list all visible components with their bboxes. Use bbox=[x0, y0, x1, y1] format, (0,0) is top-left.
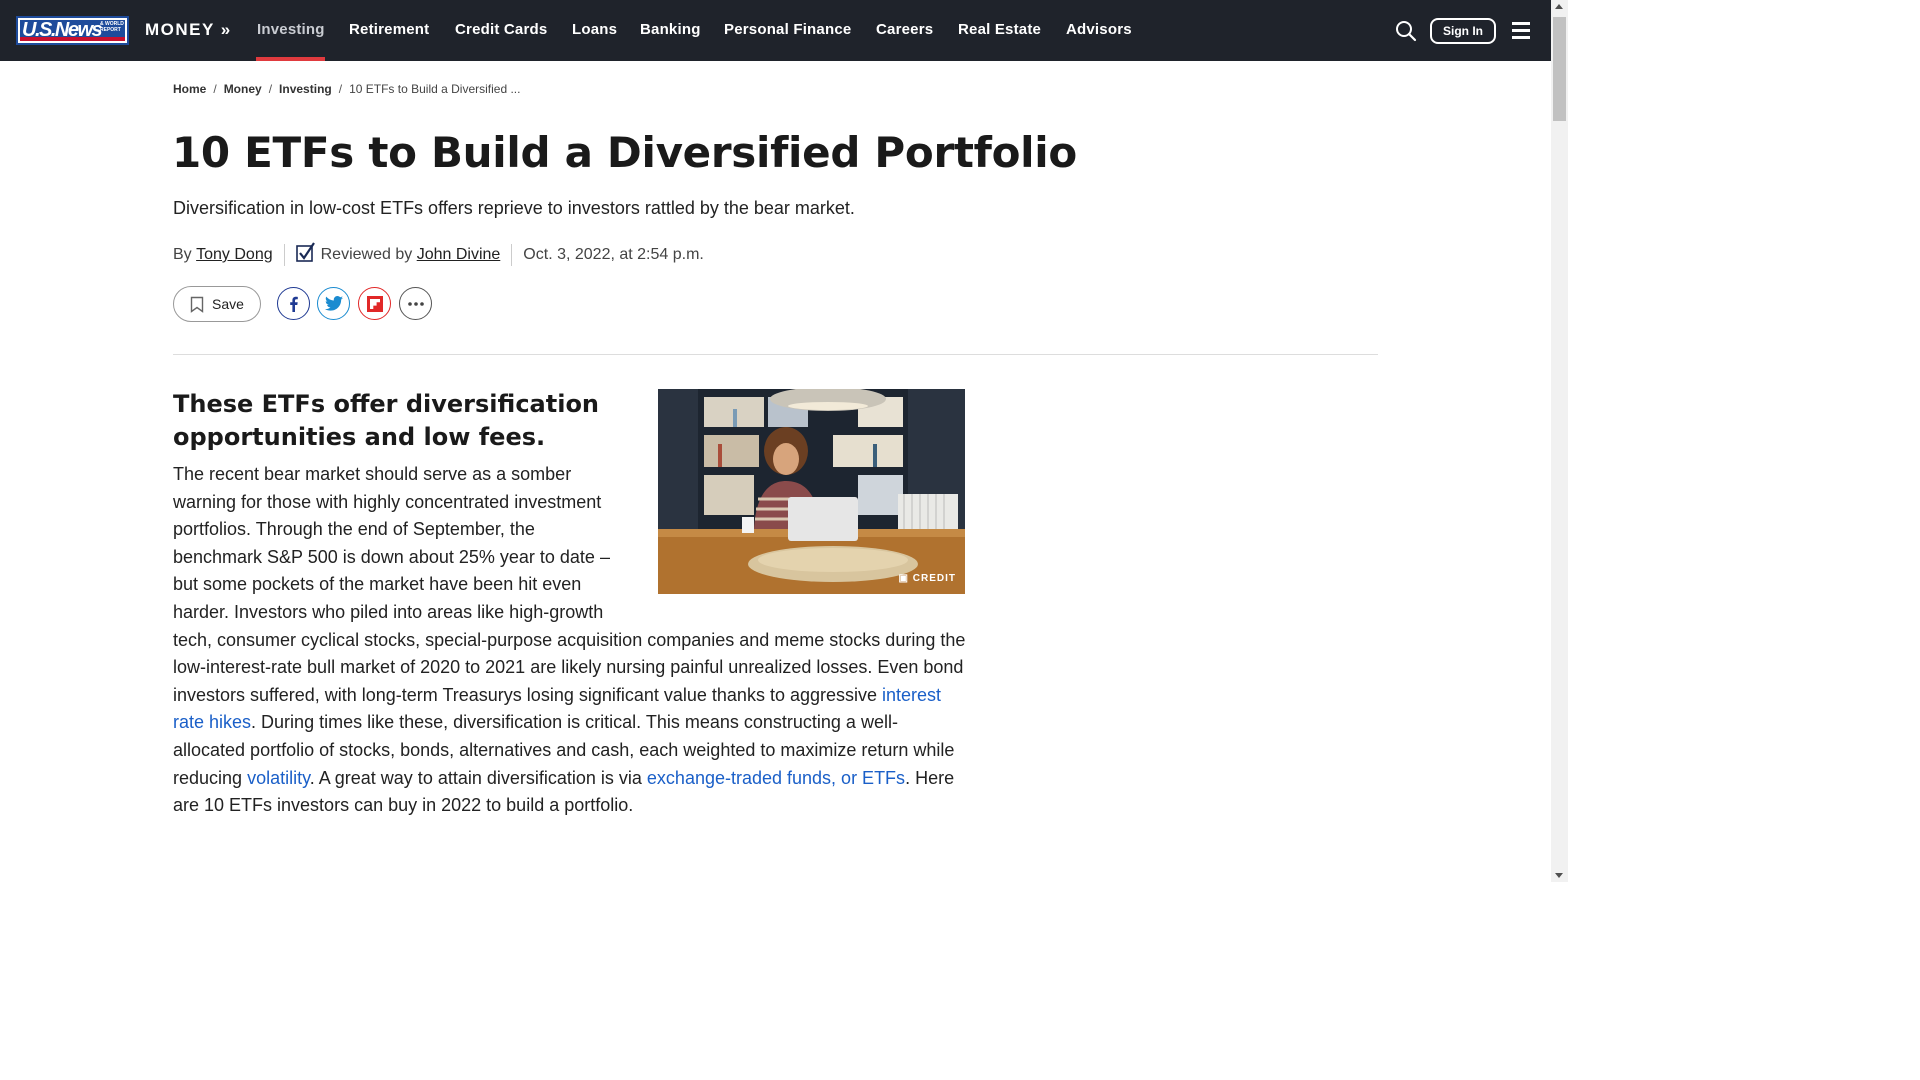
reviewer-link[interactable]: John Divine bbox=[417, 246, 501, 264]
more-share-button[interactable] bbox=[399, 287, 432, 320]
reviewed-by-label: Reviewed by bbox=[320, 246, 413, 263]
etfs-link[interactable]: exchange-traded funds, or ETFs bbox=[647, 768, 905, 788]
byline-by: By bbox=[173, 246, 192, 263]
flipboard-share-button[interactable] bbox=[358, 287, 391, 320]
more-icon bbox=[407, 301, 424, 306]
breadcrumb-current: 10 ETFs to Build a Diversified ... bbox=[349, 82, 521, 96]
bookmark-icon bbox=[190, 296, 204, 313]
active-tab-indicator bbox=[256, 57, 325, 61]
top-navigation: U.S.News & WORLD REPORT MONEY » Investin… bbox=[0, 0, 1551, 61]
save-button[interactable]: Save bbox=[173, 286, 261, 322]
sign-in-button[interactable]: Sign In bbox=[1430, 18, 1496, 44]
usnews-logo[interactable]: U.S.News & WORLD REPORT bbox=[16, 16, 129, 45]
flipboard-icon bbox=[366, 295, 383, 312]
author-link[interactable]: Tony Dong bbox=[196, 246, 273, 264]
nav-retirement[interactable]: Retirement bbox=[349, 21, 429, 38]
breadcrumb-separator: / bbox=[268, 82, 273, 96]
save-label: Save bbox=[212, 296, 244, 312]
breadcrumb-investing[interactable]: Investing bbox=[279, 82, 332, 96]
article-title: 10 ETFs to Build a Diversified Portfolio bbox=[172, 128, 1077, 177]
nav-loans[interactable]: Loans bbox=[572, 21, 617, 38]
menu-icon[interactable] bbox=[1512, 22, 1530, 39]
facebook-icon bbox=[289, 296, 298, 312]
breadcrumb-home[interactable]: Home bbox=[173, 82, 206, 96]
byline-divider bbox=[511, 244, 513, 266]
article-subhead: These ETFs offer diversification opportu… bbox=[173, 390, 600, 451]
facebook-share-button[interactable] bbox=[277, 287, 310, 320]
content-divider bbox=[173, 354, 1378, 355]
volatility-link[interactable]: volatility bbox=[247, 768, 310, 788]
publish-date: Oct. 3, 2022, at 2:54 p.m. bbox=[523, 246, 704, 263]
scroll-down-arrow-icon[interactable] bbox=[1555, 873, 1563, 878]
twitter-share-button[interactable] bbox=[317, 287, 350, 320]
breadcrumb-separator: / bbox=[338, 82, 343, 96]
logo-subtext: & WORLD REPORT bbox=[100, 21, 124, 33]
nav-credit-cards[interactable]: Credit Cards bbox=[455, 21, 547, 38]
scroll-up-arrow-icon[interactable] bbox=[1555, 4, 1563, 9]
breadcrumb-money[interactable]: Money bbox=[224, 82, 262, 96]
byline-divider bbox=[283, 244, 285, 266]
nav-real-estate[interactable]: Real Estate bbox=[958, 21, 1041, 38]
article-dek: Diversification in low-cost ETFs offers … bbox=[173, 198, 855, 218]
money-section-link[interactable]: MONEY » bbox=[145, 20, 232, 40]
nav-personal-finance[interactable]: Personal Finance bbox=[724, 21, 851, 38]
scrollbar[interactable] bbox=[1551, 0, 1568, 882]
nav-careers[interactable]: Careers bbox=[876, 21, 933, 38]
search-icon[interactable] bbox=[1395, 20, 1417, 42]
logo-text: U.S.News bbox=[22, 19, 103, 41]
article-body: The recent bear market should serve as a… bbox=[173, 461, 968, 820]
scrollbar-thumb[interactable] bbox=[1553, 17, 1566, 121]
nav-banking[interactable]: Banking bbox=[640, 21, 701, 38]
byline: By Tony Dong Reviewed by John Divine Oct… bbox=[173, 242, 704, 266]
breadcrumb-separator: / bbox=[213, 82, 217, 96]
reviewed-check-icon bbox=[295, 242, 315, 262]
breadcrumb: Home / Money / Investing / 10 ETFs to Build a … bbox=[173, 82, 520, 96]
twitter-icon bbox=[324, 296, 343, 311]
nav-investing[interactable]: Investing bbox=[257, 21, 325, 38]
nav-advisors[interactable]: Advisors bbox=[1066, 21, 1132, 38]
body-paragraph-part: . A great way to attain diversification … bbox=[309, 767, 647, 788]
